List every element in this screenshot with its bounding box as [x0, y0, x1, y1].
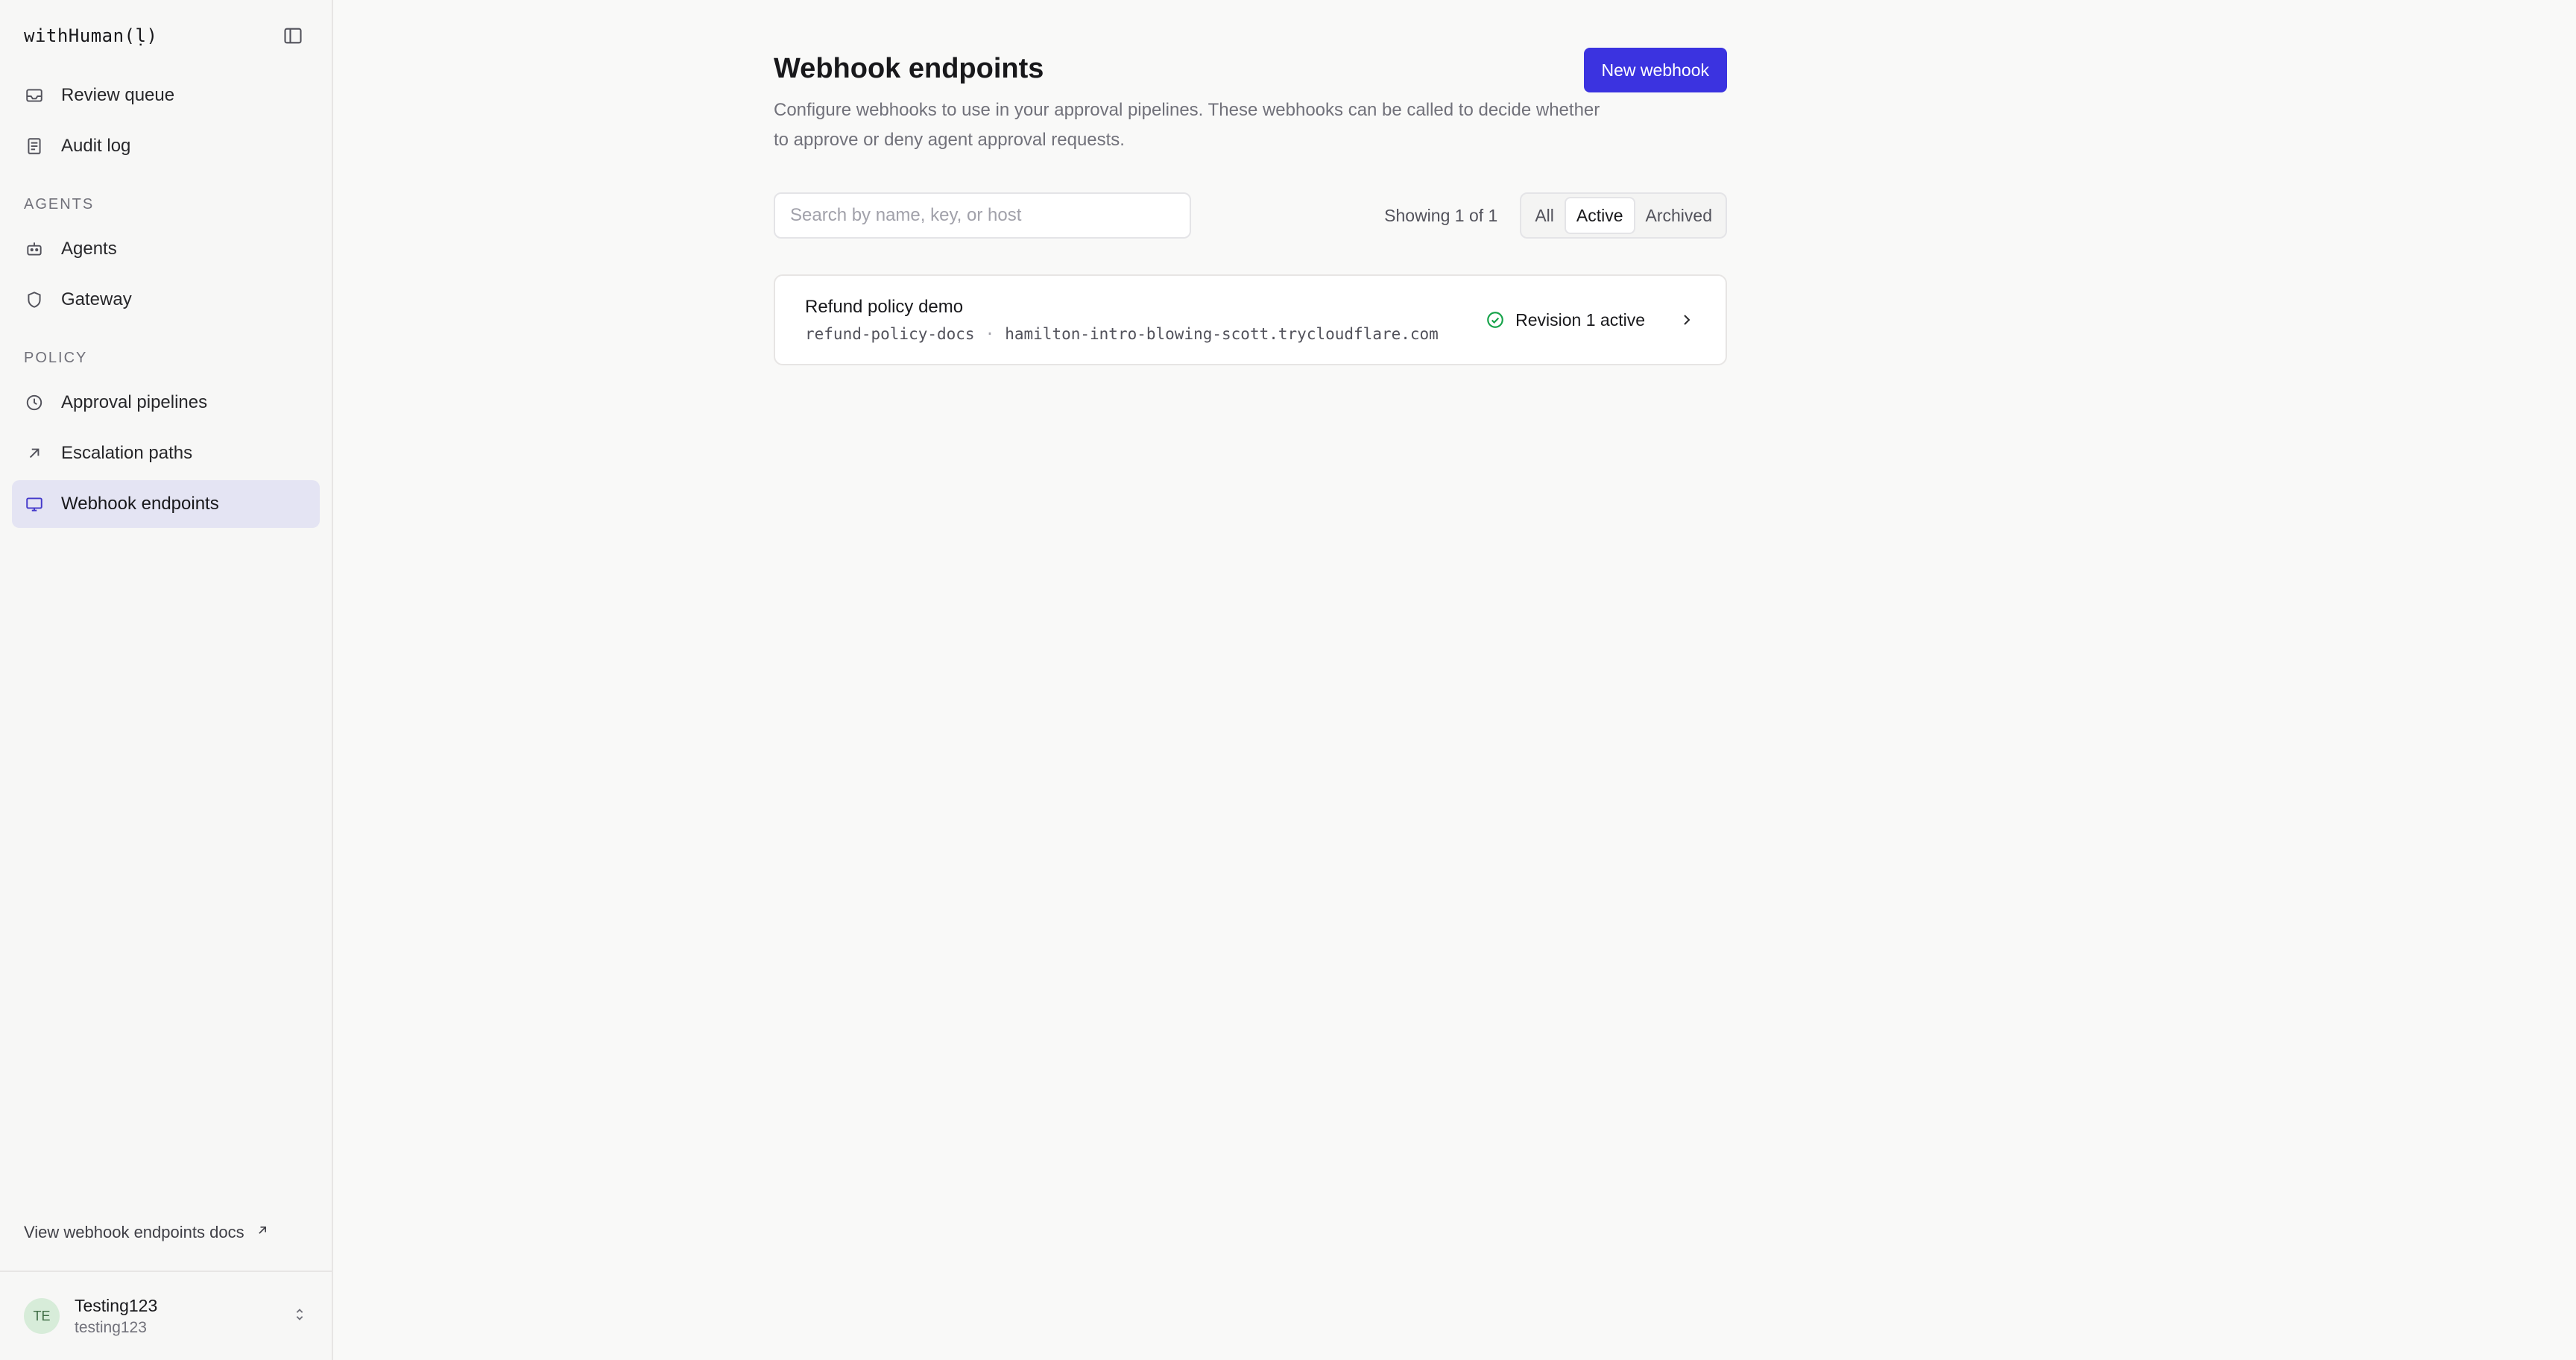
clock-icon [24, 392, 45, 413]
sidebar: withHuman(ḷ) Review queue Audit log AGEN… [0, 0, 333, 1360]
sidebar-item-gateway[interactable]: Gateway [12, 276, 320, 324]
webhook-host: hamilton-intro-blowing-scott.trycloudfla… [1005, 325, 1439, 343]
brand-logo[interactable]: withHuman(ḷ) [24, 25, 157, 46]
webhook-row[interactable]: Refund policy demo refund-policy-docs · ha… [774, 274, 1727, 365]
list-toolbar: Showing 1 of 1 All Active Archived [774, 192, 1727, 239]
arrow-up-right-icon [24, 443, 45, 464]
document-icon [24, 136, 45, 157]
webhook-name: Refund policy demo [805, 297, 964, 317]
webhook-info: Refund policy demo refund-policy-docs · ha… [805, 297, 1439, 343]
sidebar-item-label: Agents [61, 239, 117, 259]
page-description: Configure webhooks to use in your approv… [774, 100, 1600, 150]
brand-row: withHuman(ḷ) [0, 0, 332, 72]
docs-link-label: View webhook endpoints docs [24, 1223, 244, 1241]
sidebar-item-approval-pipelines[interactable]: Approval pipelines [12, 379, 320, 426]
user-info: Testing123 testing123 [75, 1296, 291, 1337]
shield-icon [24, 289, 45, 310]
sidebar-item-escalation-paths[interactable]: Escalation paths [12, 429, 320, 477]
status-label: Revision 1 active [1515, 309, 1645, 330]
status-badge: Revision 1 active [1486, 310, 1645, 330]
status-filter: All Active Archived [1520, 192, 1727, 239]
robot-icon [24, 239, 45, 259]
monitor-icon [24, 494, 45, 514]
toolbar-right: Showing 1 of 1 All Active Archived [1384, 192, 1727, 239]
chevron-right-icon [1678, 311, 1696, 329]
page-title: Webhook endpoints [774, 53, 1044, 84]
sidebar-item-review-queue[interactable]: Review queue [12, 72, 320, 119]
filter-all[interactable]: All [1524, 197, 1565, 234]
sidebar-nav: Review queue Audit log AGENTS Agents Gat [0, 72, 332, 531]
check-circle-icon [1486, 310, 1505, 330]
filter-archived[interactable]: Archived [1635, 197, 1723, 234]
webhook-meta: refund-policy-docs · hamilton-intro-blowin… [805, 325, 1439, 343]
sidebar-toggle-icon[interactable] [278, 21, 308, 51]
sidebar-item-webhook-endpoints[interactable]: Webhook endpoints [12, 480, 320, 528]
sidebar-item-label: Escalation paths [61, 443, 193, 463]
inbox-icon [24, 85, 45, 106]
search-input[interactable] [774, 192, 1191, 239]
sidebar-item-label: Audit log [61, 136, 131, 156]
section-label-policy: POLICY [24, 350, 88, 366]
user-menu[interactable]: TE Testing123 testing123 [0, 1271, 332, 1360]
filter-active[interactable]: Active [1564, 197, 1635, 234]
sidebar-item-label: Review queue [61, 85, 175, 105]
new-webhook-button[interactable]: New webhook [1583, 48, 1727, 92]
main-content: Webhook endpoints New webhook Configure … [333, 0, 2576, 1360]
docs-link[interactable]: View webhook endpoints docs [24, 1223, 270, 1242]
sidebar-item-label: Approval pipelines [61, 392, 208, 412]
chevron-up-down-icon [291, 1306, 308, 1326]
page-header: Webhook endpoints New webhook [774, 48, 1727, 92]
sidebar-item-label: Webhook endpoints [61, 494, 219, 514]
section-label-agents: AGENTS [24, 196, 95, 212]
external-link-icon [255, 1223, 270, 1242]
user-name: Testing123 [75, 1295, 158, 1315]
sidebar-item-label: Gateway [61, 289, 132, 309]
meta-separator: · [985, 325, 995, 343]
webhook-key: refund-policy-docs [805, 325, 975, 343]
user-handle: testing123 [75, 1318, 147, 1336]
sidebar-item-audit-log[interactable]: Audit log [12, 122, 320, 170]
result-count: Showing 1 of 1 [1384, 205, 1498, 225]
webhook-status-area: Revision 1 active [1486, 310, 1696, 330]
avatar: TE [24, 1298, 60, 1334]
sidebar-item-agents[interactable]: Agents [12, 225, 320, 273]
